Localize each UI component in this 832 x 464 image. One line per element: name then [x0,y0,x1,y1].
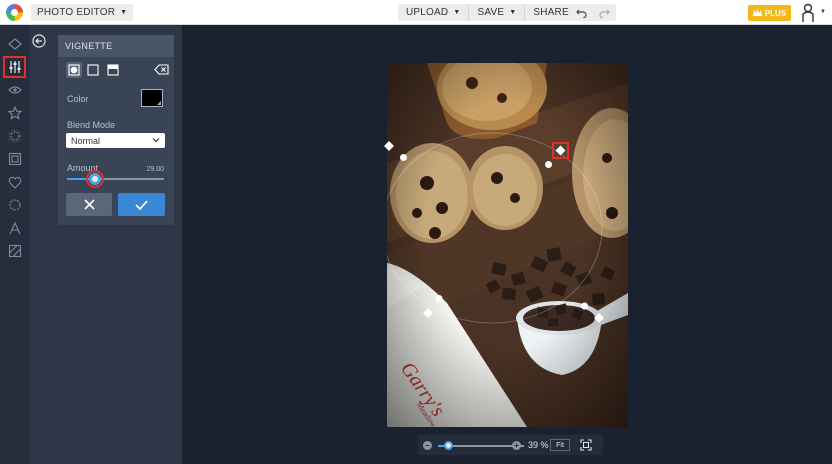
vignette-handle[interactable] [594,313,604,323]
vignette-handle[interactable] [384,141,394,151]
zoom-in-button[interactable]: + [512,441,521,450]
zoom-bar: − + 39 % Fit [418,435,603,455]
zoom-slider-handle[interactable] [444,441,454,450]
zoom-value: 39 % [528,440,549,450]
vignette-handle[interactable] [423,308,433,318]
vignette-handle[interactable] [545,161,552,168]
vignette-handles-layer [384,141,604,323]
vignette-handle[interactable] [581,302,588,310]
fit-button[interactable]: Fit [550,439,570,451]
zoom-out-button[interactable]: − [423,441,432,450]
fullscreen-icon[interactable] [580,439,592,451]
vignette-rotate-handle[interactable] [555,145,566,156]
vignette-handle[interactable] [435,295,443,302]
vignette-handle[interactable] [400,154,407,161]
